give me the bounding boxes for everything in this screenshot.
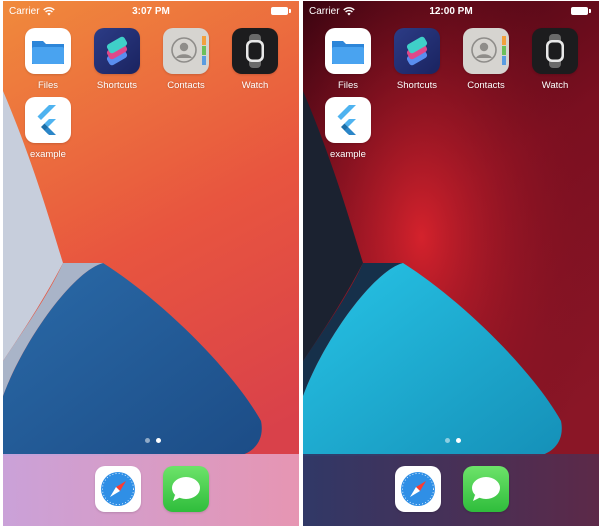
app-example[interactable]: example [318,97,378,163]
battery-icon [571,7,591,15]
app-label-shortcuts: Shortcuts [396,80,438,91]
clock: 3:07 PM [132,6,170,17]
dock-app-messages[interactable] [456,466,516,526]
page-dot-2[interactable] [456,438,461,443]
dock [303,454,599,526]
app-watch[interactable]: Watch [225,28,285,94]
app-label-files: Files [37,80,59,91]
page-indicator[interactable] [441,438,465,444]
app-label-shortcuts: Shortcuts [96,80,138,91]
flutter-icon [325,97,371,143]
page-dot-2[interactable] [156,438,161,443]
dock-app-safari[interactable] [388,466,448,526]
app-label-watch: Watch [241,80,269,91]
app-watch[interactable]: Watch [525,28,585,94]
shortcuts-icon [394,28,440,74]
app-files[interactable]: Files [18,28,78,94]
watch-icon [532,28,578,74]
page-dot-1[interactable] [445,438,450,443]
page-dot-1[interactable] [145,438,150,443]
messages-icon [163,466,209,512]
files-icon [25,28,71,74]
app-shortcuts[interactable]: Shortcuts [87,28,147,94]
home-screen-dark: Carrier 12:00 PM Files Shortcuts Contact… [303,1,599,526]
app-example[interactable]: example [18,97,78,163]
status-bar: Carrier 3:07 PM [3,1,299,23]
contacts-icon [163,28,209,74]
files-icon [325,28,371,74]
app-label-contacts: Contacts [467,80,505,91]
messages-icon [463,466,509,512]
app-label-watch: Watch [541,80,569,91]
shortcuts-icon [94,28,140,74]
safari-icon [395,466,441,512]
safari-icon [95,466,141,512]
flutter-icon [25,97,71,143]
app-files[interactable]: Files [318,28,378,94]
app-contacts[interactable]: Contacts [156,28,216,94]
status-bar: Carrier 12:00 PM [303,1,599,23]
app-label-contacts: Contacts [167,80,205,91]
home-screen-light: Carrier 3:07 PM Files Shortcuts Contacts… [3,1,299,526]
app-shortcuts[interactable]: Shortcuts [387,28,447,94]
dock [3,454,299,526]
app-label-example: example [330,149,366,160]
dock-app-messages[interactable] [156,466,216,526]
page-indicator[interactable] [141,438,165,444]
clock: 12:00 PM [429,6,473,17]
battery-icon [271,7,291,15]
app-label-files: Files [337,80,359,91]
dock-app-safari[interactable] [88,466,148,526]
contacts-icon [463,28,509,74]
watch-icon [232,28,278,74]
app-contacts[interactable]: Contacts [456,28,516,94]
app-label-example: example [30,149,66,160]
